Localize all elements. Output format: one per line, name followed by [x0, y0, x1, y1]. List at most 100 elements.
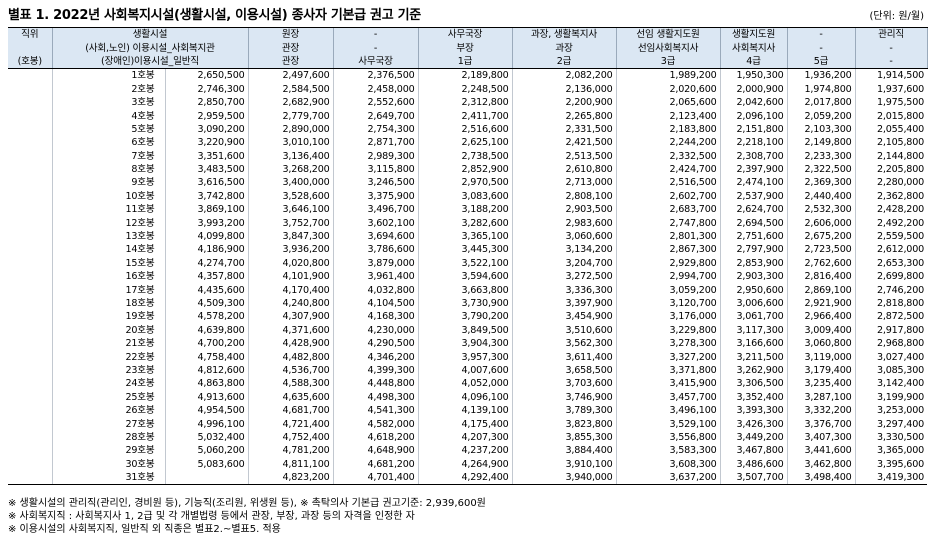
- table-row: 1호봉 2,650,500 2,497,600 2,376,500 2,189,800 2…: [8, 68, 928, 83]
- table-row: 26호봉 4,954,500 4,681,700 4,541,300 4,139,100…: [8, 403, 928, 418]
- salary-cell: 3,445,300: [417, 243, 513, 257]
- salary-cell: 4,701,400: [332, 470, 419, 486]
- table-row: 3호봉 2,850,700 2,682,900 2,552,600 2,312,800 2…: [8, 95, 928, 110]
- header-cell: 4급: [719, 54, 788, 70]
- salary-cell: 4,175,400: [417, 417, 513, 431]
- table-body: 1호봉 2,650,500 2,497,600 2,376,500 2,189,800 2…: [8, 68, 928, 486]
- salary-cell: 4,823,200: [247, 470, 334, 486]
- row-spacer-cell: [8, 324, 52, 337]
- salary-cell: 2,683,700: [615, 203, 721, 217]
- salary-cell: 2,852,900: [417, 162, 513, 177]
- salary-cell: 3,855,300: [511, 430, 617, 445]
- header-cell: 관장: [247, 41, 334, 55]
- salary-cell: 3,268,200: [247, 162, 334, 177]
- header-cell-position: 직위: [8, 27, 52, 42]
- salary-cell: 2,797,900: [719, 243, 788, 257]
- header-cell: -: [332, 41, 419, 55]
- salary-cell: 2,872,500: [854, 310, 928, 324]
- salary-cell: 3,789,300: [511, 403, 617, 418]
- grade-cell: 2호봉: [51, 82, 165, 96]
- header-cell: -: [854, 41, 928, 55]
- salary-cell: 2,682,900: [247, 95, 334, 110]
- salary-cell: 3,752,700: [247, 216, 334, 230]
- salary-cell: 4,582,000: [332, 417, 419, 431]
- grade-cell: 9호봉: [51, 176, 165, 190]
- salary-cell: 3,498,400: [786, 470, 856, 486]
- row-spacer-cell: [8, 431, 52, 444]
- salary-cell: 3,742,800: [164, 189, 249, 204]
- salary-cell: 2,218,100: [719, 136, 788, 150]
- grade-cell: 14호봉: [51, 243, 165, 257]
- row-spacer-cell: [8, 83, 52, 96]
- salary-cell: 4,428,900: [247, 336, 334, 351]
- row-spacer-cell: [8, 96, 52, 109]
- salary-cell: 4,509,300: [164, 296, 249, 311]
- grade-cell: 21호봉: [51, 336, 165, 351]
- salary-cell: 3,393,300: [719, 403, 788, 418]
- grade-cell: 20호봉: [51, 323, 165, 337]
- salary-cell: 3,790,200: [417, 310, 513, 324]
- grade-cell: 22호봉: [51, 350, 165, 364]
- row-spacer-cell: [8, 458, 52, 471]
- salary-cell: 3,522,100: [417, 256, 513, 271]
- row-spacer-cell: [8, 404, 52, 417]
- salary-cell: 3,306,500: [719, 377, 788, 391]
- salary-cell: 4,435,600: [164, 283, 249, 297]
- salary-cell: 2,966,400: [786, 310, 856, 324]
- header-cell: -: [332, 27, 419, 42]
- salary-cell: 3,365,100: [417, 229, 513, 244]
- salary-cell: 2,308,700: [719, 149, 788, 163]
- salary-cell: 3,529,100: [615, 417, 721, 431]
- salary-cell: [164, 470, 249, 486]
- salary-cell: 3,556,800: [615, 430, 721, 445]
- salary-cell: 3,204,700: [511, 256, 617, 271]
- salary-cell: 3,371,800: [615, 363, 721, 378]
- table-row: 7호봉 3,351,600 3,136,400 2,989,300 2,738,500 2…: [8, 149, 928, 163]
- table-row: 18호봉 4,509,300 4,240,800 4,104,500 3,730,900…: [8, 296, 928, 311]
- table-row: 31호봉 4,823,200 4,701,400 4,292,400 3,940,000…: [8, 470, 928, 486]
- table-header: 직위생활시설원장-사무국장과장, 생활복지사선임 생활지도원생활지도원-관리직기…: [8, 27, 928, 70]
- salary-cell: 2,959,500: [164, 109, 249, 123]
- row-spacer-cell: [8, 230, 52, 243]
- salary-cell: 2,513,500: [511, 149, 617, 163]
- salary-cell: 4,482,800: [247, 350, 334, 364]
- salary-cell: 2,746,200: [854, 283, 928, 297]
- salary-cell: 2,747,800: [615, 216, 721, 230]
- row-spacer-cell: [8, 257, 52, 270]
- table-row: 24호봉 4,863,800 4,588,300 4,448,800 4,052,000…: [8, 377, 928, 391]
- salary-cell: 2,983,600: [511, 216, 617, 230]
- salary-cell: 2,397,900: [719, 162, 788, 177]
- salary-cell: 3,594,600: [417, 270, 513, 284]
- row-spacer-cell: [8, 310, 52, 323]
- grade-cell: 16호봉: [51, 270, 165, 284]
- header-row: 직위생활시설원장-사무국장과장, 생활복지사선임 생활지도원생활지도원-관리직기…: [8, 27, 928, 42]
- row-spacer-cell: [8, 377, 52, 390]
- salary-cell: 3,085,300: [854, 363, 928, 378]
- salary-cell: 3,637,200: [615, 470, 721, 486]
- salary-cell: 2,265,800: [511, 109, 617, 123]
- salary-cell: 3,884,400: [511, 444, 617, 458]
- salary-cell: 3,993,200: [164, 216, 249, 230]
- header-cell: 2급: [511, 54, 617, 70]
- salary-cell: 2,537,900: [719, 189, 788, 204]
- grade-cell: 31호봉: [51, 470, 165, 486]
- salary-cell: 2,440,400: [786, 189, 856, 204]
- salary-cell: 3,166,600: [719, 336, 788, 351]
- grade-cell: 11호봉: [51, 203, 165, 217]
- salary-cell: 3,730,900: [417, 296, 513, 311]
- salary-cell: 4,371,600: [247, 323, 334, 337]
- salary-cell: 4,032,800: [332, 283, 419, 297]
- salary-cell: 2,746,300: [164, 82, 249, 96]
- table-row: 6호봉 3,220,900 3,010,100 2,871,700 2,625,100 2…: [8, 136, 928, 150]
- table-row: 30호봉 5,083,600 4,811,100 4,681,200 4,264,900…: [8, 457, 928, 471]
- grade-cell: 8호봉: [51, 162, 165, 177]
- salary-cell: 4,812,600: [164, 363, 249, 378]
- salary-cell: 3,616,500: [164, 176, 249, 190]
- salary-cell: 4,264,900: [417, 457, 513, 471]
- salary-cell: 3,694,600: [332, 229, 419, 244]
- salary-cell: 2,903,500: [511, 203, 617, 217]
- salary-cell: 3,330,500: [854, 430, 928, 445]
- salary-cell: 2,559,500: [854, 229, 928, 244]
- header-cell: 3급: [615, 54, 721, 70]
- salary-cell: 2,968,800: [854, 336, 928, 351]
